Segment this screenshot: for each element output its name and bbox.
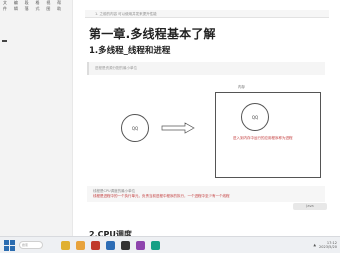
code-language-pill[interactable]: Java [293,203,327,210]
process-label: QQ [251,114,259,120]
paragraph-line-2: 线程是进程中的一个执行单元，负责当前进程中程序的执行，一个进程中至少有一个线程 [93,194,230,198]
menu-edit[interactable]: 编辑 [14,0,22,12]
section-title: 1.多线程_线程和进程 [89,46,171,56]
arrow-icon [161,122,195,134]
system-tray: ▲ 17:12 2023/5/20 [313,241,337,250]
menu-help[interactable]: 帮助 [57,0,65,12]
document-area[interactable]: 1. 之前的内容 可以使用并发来提升性能 第一章.多线程基本了解 1.多线程_线… [72,0,340,239]
search-placeholder: 搜索 [22,243,29,247]
ide-icon[interactable] [136,240,145,250]
clock[interactable]: 17:12 2023/5/20 [319,241,337,250]
previous-block: 1. 之前的内容 可以使用并发来提升性能 [85,10,329,18]
taskbar-apps [61,240,160,250]
menu-file[interactable]: 文件 [3,0,11,12]
explorer-icon[interactable] [76,240,85,250]
menu-format[interactable]: 格式 [35,0,43,12]
quote-block: 进程是资源分配的最小单位 [87,62,325,75]
sidebar [2,40,10,82]
chapter-title: 第一章.多线程基本了解 [89,27,216,41]
menu-bar: 文件 编辑 段落 格式 视图 帮助 [0,0,65,12]
clock-date: 2023/5/20 [319,245,337,249]
menu-paragraph[interactable]: 段落 [25,0,33,12]
network-icon[interactable]: ▲ [313,243,316,247]
memory-box [215,92,321,178]
chrome-icon[interactable] [61,240,70,250]
process-note: 进入到内存中运行的应用程序称为进程 [233,136,293,140]
terminal-icon[interactable] [121,240,130,250]
app-icon[interactable] [91,240,100,250]
windows-start-icon[interactable] [4,239,15,251]
memory-label: 内存 [238,85,245,89]
taskbar-search-input[interactable]: 搜索 [19,241,43,249]
sidebar-toggle-icon[interactable] [2,40,7,42]
process-diagram: 内存 QQ QQ 进入到内存中运行的应用程序称为进程 [87,80,327,182]
process-circle: QQ [241,103,269,131]
typora-icon[interactable] [106,240,115,250]
taskbar: 搜索 ▲ 17:12 2023/5/20 [0,236,340,253]
menu-view[interactable]: 视图 [46,0,54,12]
program-circle: QQ [121,114,149,142]
app-icon-2[interactable] [151,240,160,250]
paragraph-block: 线程是CPU调度的最小单位 线程是进程中的一个执行单元，负责当前进程中程序的执行… [87,186,325,202]
program-label: QQ [131,125,139,131]
